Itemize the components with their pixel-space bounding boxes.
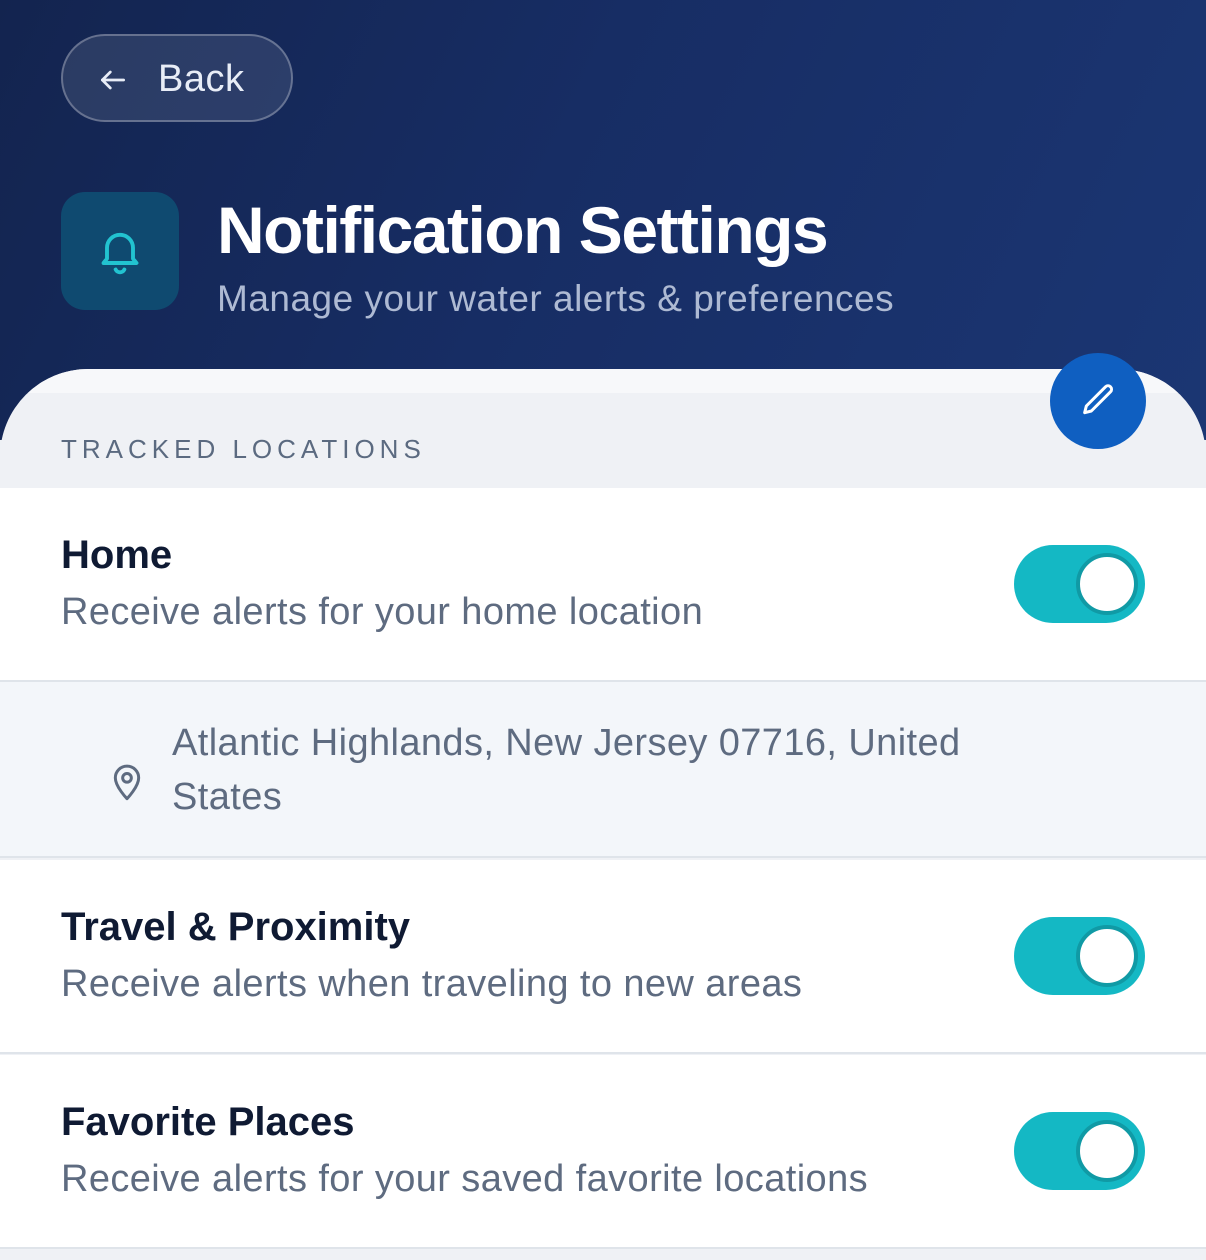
location-row-home: Home Receive alerts for your home locati…: [0, 488, 1206, 682]
notification-settings-page: Back Notification Settings Manage your w…: [0, 0, 1206, 1260]
location-title: Favorite Places: [61, 1100, 355, 1144]
favorite-places-alerts-toggle[interactable]: [1014, 1112, 1145, 1190]
location-row-travel-proximity: Travel & Proximity Receive alerts when t…: [0, 860, 1206, 1054]
back-button[interactable]: Back: [61, 34, 293, 122]
home-alerts-toggle[interactable]: [1014, 545, 1145, 623]
bell-icon-tile: [61, 192, 179, 310]
location-title: Home: [61, 533, 173, 577]
section-header-tracked-locations: TRACKED LOCATIONS: [61, 434, 426, 464]
location-description: Receive alerts for your home location: [61, 591, 704, 633]
location-description: Receive alerts when traveling to new are…: [61, 963, 803, 1005]
page-subtitle: Manage your water alerts & preferences: [217, 278, 895, 319]
travel-alerts-toggle[interactable]: [1014, 917, 1145, 995]
toggle-knob: [1076, 925, 1138, 987]
sheet-top-edge: [0, 369, 1206, 393]
location-description: Receive alerts for your saved favorite l…: [61, 1158, 869, 1200]
map-pin-icon: [113, 764, 141, 801]
location-row-favorite-places: Favorite Places Receive alerts for your …: [0, 1055, 1206, 1249]
toggle-knob: [1076, 553, 1138, 615]
back-button-label: Back: [158, 58, 245, 100]
page-title: Notification Settings: [217, 193, 829, 267]
settings-sheet: TRACKED LOCATIONS Home Receive alerts fo…: [0, 369, 1206, 1260]
bell-icon: [101, 232, 139, 275]
edit-home-address-button[interactable]: [1050, 353, 1146, 449]
pencil-icon: [1083, 384, 1114, 415]
arrow-left-icon: [101, 70, 125, 90]
home-address-row: Atlantic Highlands, New Jersey 07716, Un…: [0, 682, 1206, 858]
home-address-text: Atlantic Highlands, New Jersey 07716, Un…: [172, 722, 961, 818]
toggle-knob: [1076, 1120, 1138, 1182]
location-title: Travel & Proximity: [61, 905, 411, 949]
